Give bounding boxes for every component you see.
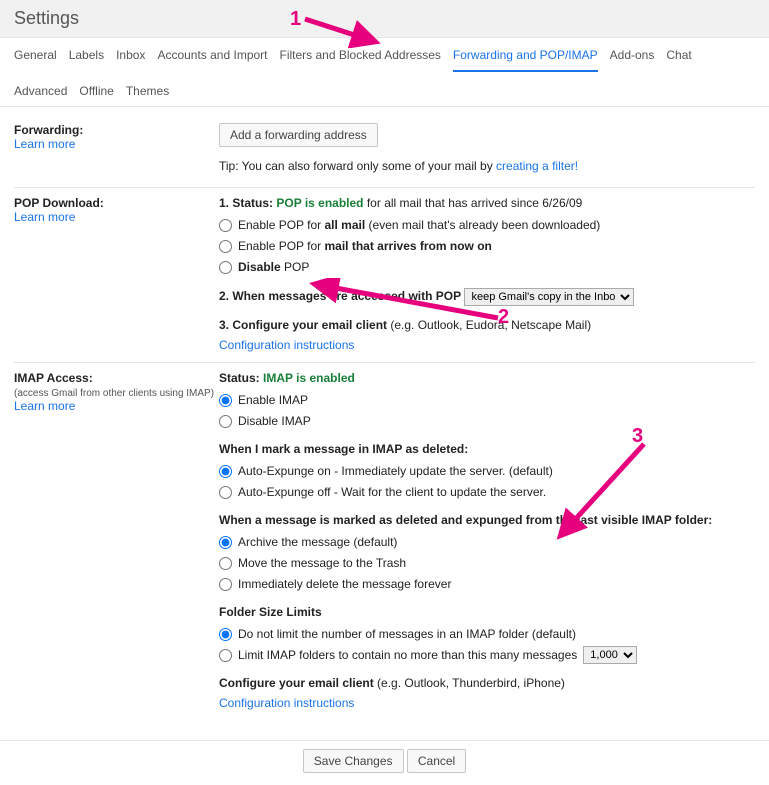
pop-label: POP Download: [14, 196, 104, 210]
exp-delete-label: Immediately delete the message forever [238, 575, 451, 593]
tab-chat[interactable]: Chat [666, 48, 691, 72]
pop-disable-bold: Disable [238, 260, 281, 274]
exp-delete-radio[interactable] [219, 578, 232, 591]
exp-archive-label: Archive the message (default) [238, 533, 397, 551]
pop-all-bold: all mail [325, 218, 366, 232]
folder-limit-radio[interactable] [219, 649, 232, 662]
expunge-on-label: Auto-Expunge on - Immediately update the… [238, 462, 553, 480]
exp-archive-radio[interactable] [219, 536, 232, 549]
pop-all-pre: Enable POP for [238, 218, 325, 232]
folder-limit-label: Limit IMAP folders to contain no more th… [238, 646, 577, 664]
expunge-off-label: Auto-Expunge off - Wait for the client t… [238, 483, 546, 501]
pop-now-pre: Enable POP for [238, 239, 325, 253]
add-forwarding-button[interactable]: Add a forwarding address [219, 123, 378, 147]
imap-expunged-heading: When a message is marked as deleted and … [219, 513, 755, 527]
expunge-on-radio[interactable] [219, 465, 232, 478]
pop-access-select[interactable]: keep Gmail's copy in the Inbox [464, 288, 634, 306]
imap-deleted-heading: When I mark a message in IMAP as deleted… [219, 442, 755, 456]
exp-trash-label: Move the message to the Trash [238, 554, 406, 572]
tab-filters[interactable]: Filters and Blocked Addresses [280, 48, 441, 72]
imap-subtitle: (access Gmail from other clients using I… [14, 388, 214, 399]
cancel-button[interactable]: Cancel [407, 749, 466, 773]
pop-configure-suffix: (e.g. Outlook, Eudora, Netscape Mail) [390, 318, 591, 332]
imap-status-value: IMAP is enabled [263, 371, 355, 385]
imap-disable-label: Disable IMAP [238, 412, 311, 430]
imap-disable-radio[interactable] [219, 415, 232, 428]
pop-config-instructions-link[interactable]: Configuration instructions [219, 338, 354, 352]
imap-config-instructions-link[interactable]: Configuration instructions [219, 696, 354, 710]
imap-learn-more[interactable]: Learn more [14, 399, 75, 413]
save-button[interactable]: Save Changes [303, 749, 404, 773]
imap-enable-radio[interactable] [219, 394, 232, 407]
section-forwarding: Forwarding: Learn more Add a forwarding … [14, 115, 755, 188]
pop-status-label: 1. Status: [219, 196, 276, 210]
imap-configure-suffix: (e.g. Outlook, Thunderbird, iPhone) [377, 676, 565, 690]
tab-accounts[interactable]: Accounts and Import [157, 48, 267, 72]
tab-inbox[interactable]: Inbox [116, 48, 145, 72]
pop-disable-radio[interactable] [219, 261, 232, 274]
tab-advanced[interactable]: Advanced [14, 84, 67, 106]
imap-label: IMAP Access: [14, 371, 93, 385]
folder-heading: Folder Size Limits [219, 605, 755, 619]
page-title: Settings [14, 8, 755, 29]
tab-themes[interactable]: Themes [126, 84, 169, 106]
exp-trash-radio[interactable] [219, 557, 232, 570]
settings-header: Settings [0, 0, 769, 38]
pop-status-value: POP is enabled [276, 196, 363, 210]
forwarding-learn-more[interactable]: Learn more [14, 137, 75, 151]
pop-now-bold: mail that arrives from now on [325, 239, 492, 253]
imap-status-label: Status: [219, 371, 263, 385]
folder-nolimit-radio[interactable] [219, 628, 232, 641]
tab-offline[interactable]: Offline [79, 84, 113, 106]
expunge-off-radio[interactable] [219, 486, 232, 499]
tab-addons[interactable]: Add-ons [610, 48, 655, 72]
settings-tabs: General Labels Inbox Accounts and Import… [0, 38, 769, 107]
tab-general[interactable]: General [14, 48, 57, 72]
tab-forwarding-pop-imap[interactable]: Forwarding and POP/IMAP [453, 48, 598, 72]
forwarding-tip: Tip: You can also forward only some of y… [219, 159, 755, 173]
section-pop: POP Download: Learn more 1. Status: POP … [14, 188, 755, 363]
pop-enable-all-radio[interactable] [219, 219, 232, 232]
pop-enable-now-radio[interactable] [219, 240, 232, 253]
pop-all-suffix: (even mail that's already been downloade… [365, 218, 600, 232]
pop-access-label: 2. When messages are accessed with POP [219, 289, 461, 303]
pop-learn-more[interactable]: Learn more [14, 210, 75, 224]
forwarding-tip-text: Tip: You can also forward only some of y… [219, 159, 496, 173]
imap-configure-label: Configure your email client [219, 676, 377, 690]
pop-disable-suffix: POP [281, 260, 310, 274]
pop-status-suffix: for all mail that has arrived since 6/26… [364, 196, 583, 210]
footer-buttons: Save Changes Cancel [0, 740, 769, 785]
pop-configure-label: 3. Configure your email client [219, 318, 390, 332]
creating-filter-link[interactable]: creating a filter! [496, 159, 578, 173]
tab-labels[interactable]: Labels [69, 48, 104, 72]
section-imap: IMAP Access: (access Gmail from other cl… [14, 363, 755, 720]
imap-enable-label: Enable IMAP [238, 391, 308, 409]
folder-nolimit-label: Do not limit the number of messages in a… [238, 625, 576, 643]
forwarding-label: Forwarding: [14, 123, 83, 137]
folder-limit-select[interactable]: 1,000 [583, 646, 637, 664]
